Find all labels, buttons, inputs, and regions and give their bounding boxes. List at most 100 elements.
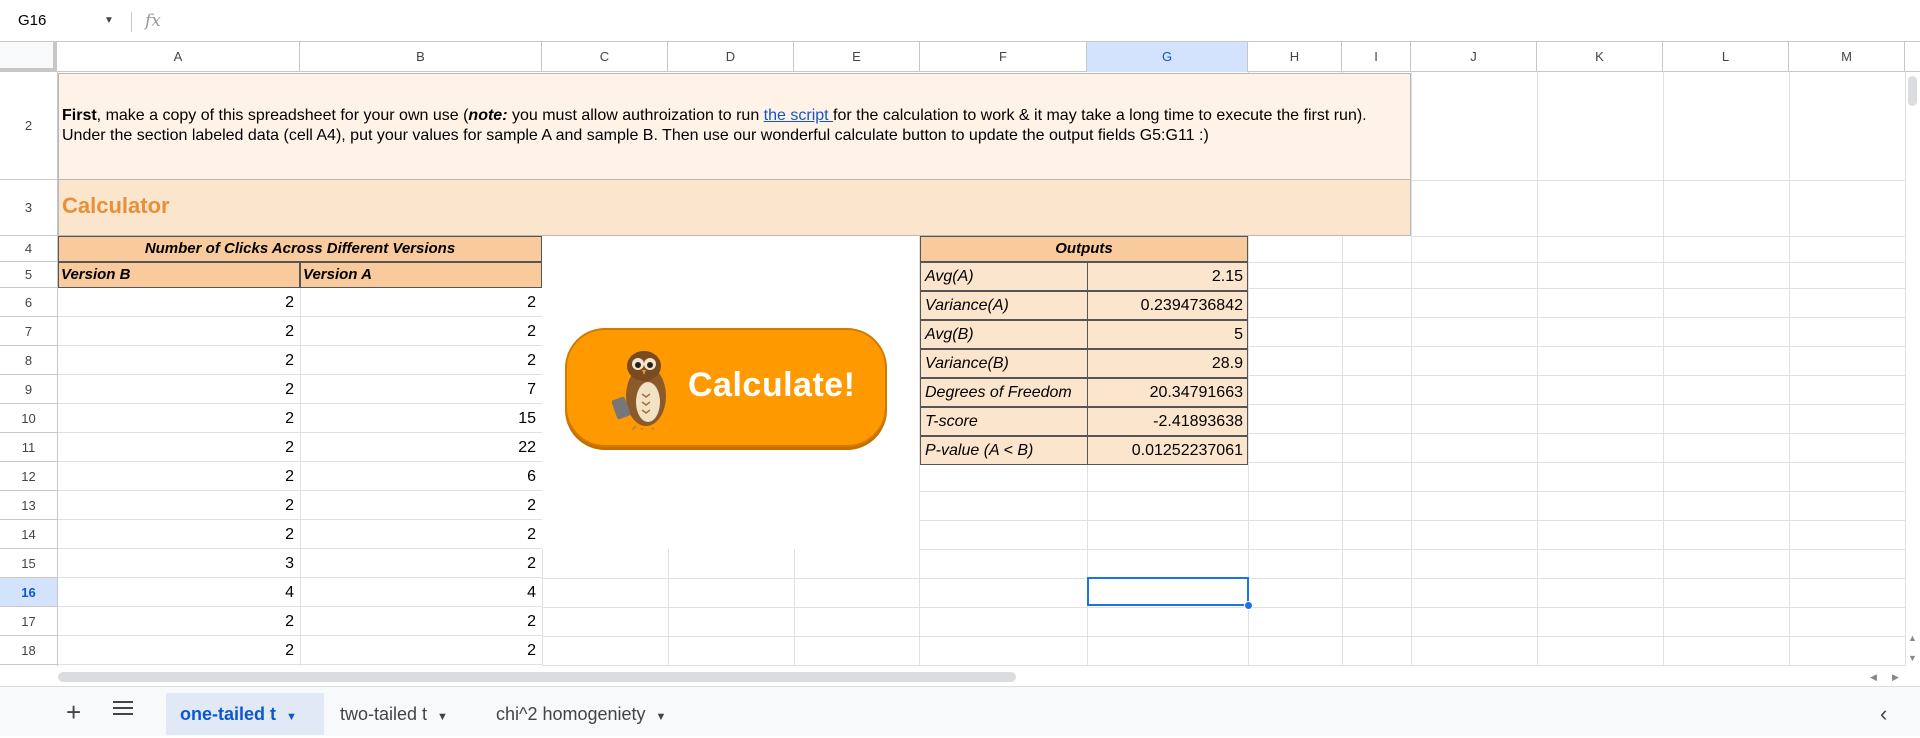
version-a-cell[interactable]: 2 xyxy=(300,288,542,317)
horizontal-scrollbar[interactable] xyxy=(58,672,1016,682)
version-a-cell[interactable]: 4 xyxy=(300,578,542,607)
version-b-cell[interactable]: 2 xyxy=(58,607,300,636)
scroll-right-icon[interactable]: ▶ xyxy=(1892,672,1899,683)
version-a-cell[interactable]: 2 xyxy=(300,607,542,636)
scroll-down-icon[interactable]: ▼ xyxy=(1908,653,1917,663)
row-header[interactable]: 10 xyxy=(0,404,57,433)
column-header-bar: A B C D E F G H I J K L M xyxy=(0,42,1920,72)
version-b-cell[interactable]: 2 xyxy=(58,404,300,433)
version-a-cell[interactable]: 2 xyxy=(300,317,542,346)
table-row: 22 xyxy=(58,288,542,317)
chevron-down-icon[interactable]: ▼ xyxy=(437,711,448,723)
column-header-g[interactable]: G xyxy=(1087,42,1248,72)
version-b-cell[interactable]: 2 xyxy=(58,520,300,549)
row-header[interactable]: 14 xyxy=(0,520,57,549)
script-link[interactable]: the script xyxy=(764,107,833,124)
column-header-c[interactable]: C xyxy=(542,42,668,72)
version-b-cell[interactable]: 2 xyxy=(58,317,300,346)
chevron-down-icon[interactable]: ▼ xyxy=(286,711,297,723)
version-a-cell[interactable]: 22 xyxy=(300,433,542,462)
version-b-cell[interactable]: 2 xyxy=(58,491,300,520)
row-header[interactable]: 8 xyxy=(0,346,57,375)
all-sheets-icon[interactable] xyxy=(113,700,135,716)
output-label[interactable]: Variance(B) xyxy=(920,349,1088,378)
selected-cell-g16[interactable] xyxy=(1087,577,1249,606)
row-header[interactable]: 6 xyxy=(0,288,57,317)
output-label[interactable]: P-value (A < B) xyxy=(920,436,1088,465)
gridline xyxy=(920,491,1905,492)
row-header[interactable]: 9 xyxy=(0,375,57,404)
row-header[interactable]: 15 xyxy=(0,549,57,578)
version-b-cell[interactable]: 3 xyxy=(58,549,300,578)
version-b-cell[interactable]: 2 xyxy=(58,288,300,317)
output-label[interactable]: Variance(A) xyxy=(920,291,1088,320)
output-value[interactable]: 28.9 xyxy=(1087,349,1248,378)
row-header[interactable]: 12 xyxy=(0,462,57,491)
output-label[interactable]: T-score xyxy=(920,407,1088,436)
output-value[interactable]: 2.15 xyxy=(1087,262,1248,291)
scroll-left-icon[interactable]: ◀ xyxy=(1870,672,1877,683)
chevron-down-icon[interactable]: ▼ xyxy=(104,8,120,34)
column-header-b[interactable]: B xyxy=(300,42,542,72)
version-b-cell[interactable]: 2 xyxy=(58,375,300,404)
column-header-h[interactable]: H xyxy=(1248,42,1342,72)
column-header-k[interactable]: K xyxy=(1537,42,1663,72)
row-header[interactable]: 4 xyxy=(0,236,57,262)
version-a-cell[interactable]: 2 xyxy=(300,520,542,549)
gridline xyxy=(1248,375,1905,376)
column-header-d[interactable]: D xyxy=(668,42,794,72)
row-header[interactable]: 3 xyxy=(0,180,57,236)
row-header[interactable]: 16 xyxy=(0,578,57,607)
output-value[interactable]: -2.41893638 xyxy=(1087,407,1248,436)
tab-chi2-homogeniety[interactable]: chi^2 homogeniety ▼ xyxy=(482,693,692,735)
row-header[interactable]: 17 xyxy=(0,607,57,636)
row-header[interactable]: 11 xyxy=(0,433,57,462)
column-header-l[interactable]: L xyxy=(1663,42,1789,72)
calculate-button-label[interactable]: Calculate! xyxy=(688,366,856,405)
version-a-cell[interactable]: 6 xyxy=(300,462,542,491)
version-a-cell[interactable]: 2 xyxy=(300,491,542,520)
formula-input[interactable] xyxy=(180,8,1880,34)
version-a-cell[interactable]: 2 xyxy=(300,346,542,375)
output-value[interactable]: 0.2394736842 xyxy=(1087,291,1248,320)
version-a-cell[interactable]: 2 xyxy=(300,549,542,578)
output-value[interactable]: 0.01252237061 xyxy=(1087,436,1248,465)
add-sheet-icon[interactable]: + xyxy=(66,697,81,727)
output-value[interactable]: 5 xyxy=(1087,320,1248,349)
column-header-m[interactable]: M xyxy=(1789,42,1905,72)
chevron-down-icon[interactable]: ▼ xyxy=(656,711,667,723)
chevron-left-icon[interactable]: ‹ xyxy=(1880,700,1887,728)
output-row: Degrees of Freedom 20.34791663 xyxy=(920,378,1248,407)
column-header-e[interactable]: E xyxy=(794,42,920,72)
version-a-cell[interactable]: 15 xyxy=(300,404,542,433)
row-header[interactable]: 13 xyxy=(0,491,57,520)
fill-handle[interactable] xyxy=(1244,601,1253,610)
output-row: P-value (A < B) 0.01252237061 xyxy=(920,436,1248,465)
vertical-scrollbar[interactable] xyxy=(1908,76,1917,106)
row-header[interactable]: 5 xyxy=(0,262,57,288)
select-all-corner[interactable] xyxy=(0,42,57,72)
version-b-cell[interactable]: 2 xyxy=(58,462,300,491)
tab-two-tailed-t[interactable]: two-tailed t ▼ xyxy=(326,693,474,735)
output-value[interactable]: 20.34791663 xyxy=(1087,378,1248,407)
row-header[interactable]: 18 xyxy=(0,636,57,665)
version-b-cell[interactable]: 2 xyxy=(58,433,300,462)
row-header[interactable]: 7 xyxy=(0,317,57,346)
output-label[interactable]: Degrees of Freedom xyxy=(920,378,1088,407)
scroll-up-icon[interactable]: ▲ xyxy=(1908,633,1917,643)
output-label[interactable]: Avg(A) xyxy=(920,262,1088,291)
column-header-i[interactable]: I xyxy=(1342,42,1411,72)
version-b-cell[interactable]: 4 xyxy=(58,578,300,607)
column-header-j[interactable]: J xyxy=(1411,42,1537,72)
instructions-text: First, make a copy of this spreadsheet f… xyxy=(62,107,1367,144)
version-b-cell[interactable]: 2 xyxy=(58,636,300,665)
row-header[interactable]: 2 xyxy=(0,72,57,180)
version-a-cell[interactable]: 7 xyxy=(300,375,542,404)
gridline xyxy=(1411,180,1905,181)
tab-one-tailed-t[interactable]: one-tailed t ▼ xyxy=(166,693,324,735)
version-a-cell[interactable]: 2 xyxy=(300,636,542,665)
column-header-f[interactable]: F xyxy=(920,42,1087,72)
column-header-a[interactable]: A xyxy=(57,42,300,72)
version-b-cell[interactable]: 2 xyxy=(58,346,300,375)
output-label[interactable]: Avg(B) xyxy=(920,320,1088,349)
